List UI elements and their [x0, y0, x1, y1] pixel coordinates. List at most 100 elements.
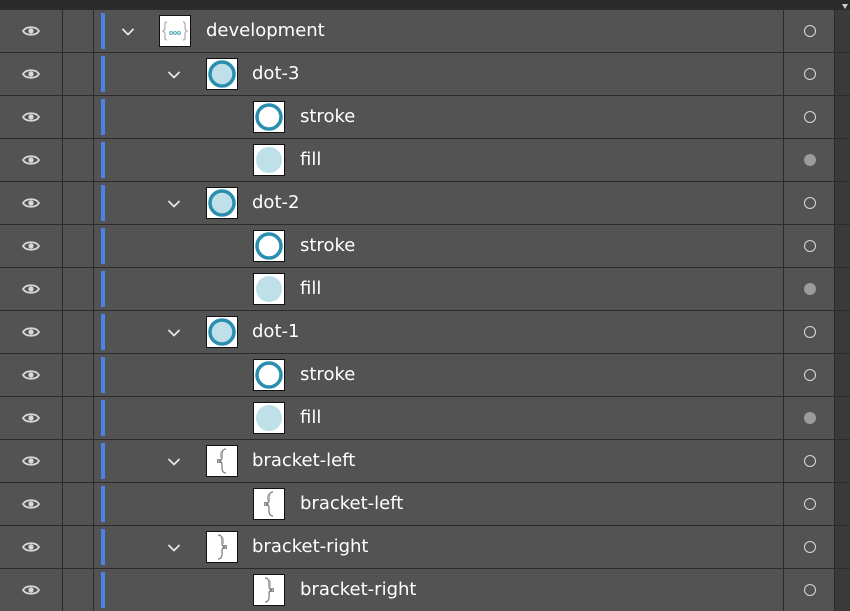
lock-toggle[interactable]	[63, 53, 93, 95]
target-cell[interactable]	[784, 139, 834, 181]
scrollbar-track[interactable]	[835, 225, 850, 267]
eye-icon[interactable]	[21, 152, 41, 168]
scrollbar-track[interactable]	[835, 440, 850, 482]
visibility-toggle[interactable]	[0, 397, 62, 439]
scrollbar-track[interactable]	[835, 397, 850, 439]
target-circle-icon[interactable]	[804, 111, 816, 123]
layer-name-cell[interactable]: stroke	[94, 96, 783, 138]
layer-name-cell[interactable]: bracket-right	[94, 526, 783, 568]
visibility-toggle[interactable]	[0, 354, 62, 396]
layer-name-cell[interactable]: stroke	[94, 225, 783, 267]
eye-icon[interactable]	[21, 582, 41, 598]
target-circle-icon[interactable]	[804, 25, 816, 37]
layer-name-cell[interactable]: bracket-left	[94, 440, 783, 482]
lock-toggle[interactable]	[63, 225, 93, 267]
scrollbar-track[interactable]	[835, 526, 850, 568]
layer-row[interactable]: bracket-right	[0, 526, 850, 568]
lock-toggle[interactable]	[63, 96, 93, 138]
lock-toggle[interactable]	[63, 354, 93, 396]
lock-toggle[interactable]	[63, 311, 93, 353]
target-circle-icon[interactable]	[804, 369, 816, 381]
visibility-toggle[interactable]	[0, 569, 62, 611]
eye-icon[interactable]	[21, 496, 41, 512]
layer-row[interactable]: stroke	[0, 225, 850, 267]
visibility-toggle[interactable]	[0, 96, 62, 138]
target-circle-icon[interactable]	[804, 197, 816, 209]
lock-toggle[interactable]	[63, 139, 93, 181]
scrollbar-track[interactable]	[835, 139, 850, 181]
scrollbar-track[interactable]	[835, 483, 850, 525]
target-selected-icon[interactable]	[804, 283, 816, 295]
layer-name-cell[interactable]: development	[94, 10, 783, 52]
eye-icon[interactable]	[21, 238, 41, 254]
scrollbar-track[interactable]	[835, 10, 850, 52]
visibility-toggle[interactable]	[0, 440, 62, 482]
lock-toggle[interactable]	[63, 268, 93, 310]
scrollbar-track[interactable]	[835, 53, 850, 95]
chevron-down-icon[interactable]	[121, 24, 135, 38]
layer-row[interactable]: fill	[0, 139, 850, 181]
visibility-toggle[interactable]	[0, 182, 62, 224]
target-cell[interactable]	[784, 354, 834, 396]
lock-toggle[interactable]	[63, 569, 93, 611]
scrollbar-track[interactable]	[835, 268, 850, 310]
layer-row[interactable]: dot-3	[0, 53, 850, 95]
eye-icon[interactable]	[21, 539, 41, 555]
target-circle-icon[interactable]	[804, 326, 816, 338]
visibility-toggle[interactable]	[0, 10, 62, 52]
target-circle-icon[interactable]	[804, 455, 816, 467]
target-cell[interactable]	[784, 53, 834, 95]
target-cell[interactable]	[784, 526, 834, 568]
scrollbar-track[interactable]	[835, 182, 850, 224]
layer-name-cell[interactable]: bracket-right	[94, 569, 783, 611]
target-selected-icon[interactable]	[804, 412, 816, 424]
visibility-toggle[interactable]	[0, 225, 62, 267]
layer-row[interactable]: stroke	[0, 96, 850, 138]
layer-name-cell[interactable]: dot-3	[94, 53, 783, 95]
layer-name-cell[interactable]: dot-1	[94, 311, 783, 353]
visibility-toggle[interactable]	[0, 311, 62, 353]
chevron-down-icon[interactable]	[167, 540, 181, 554]
target-selected-icon[interactable]	[804, 154, 816, 166]
layer-row[interactable]: bracket-left	[0, 440, 850, 482]
layer-name-cell[interactable]: fill	[94, 268, 783, 310]
layer-name-cell[interactable]: stroke	[94, 354, 783, 396]
chevron-down-icon[interactable]	[167, 67, 181, 81]
layer-row[interactable]: bracket-left	[0, 483, 850, 525]
eye-icon[interactable]	[21, 453, 41, 469]
layer-row[interactable]: development	[0, 10, 850, 52]
target-cell[interactable]	[784, 440, 834, 482]
eye-icon[interactable]	[21, 109, 41, 125]
target-circle-icon[interactable]	[804, 498, 816, 510]
layer-name-cell[interactable]: fill	[94, 397, 783, 439]
target-circle-icon[interactable]	[804, 541, 816, 553]
layer-row[interactable]: dot-2	[0, 182, 850, 224]
target-circle-icon[interactable]	[804, 240, 816, 252]
eye-icon[interactable]	[21, 367, 41, 383]
scroll-up-arrow-icon[interactable]	[842, 4, 848, 9]
target-cell[interactable]	[784, 483, 834, 525]
visibility-toggle[interactable]	[0, 483, 62, 525]
eye-icon[interactable]	[21, 23, 41, 39]
target-cell[interactable]	[784, 268, 834, 310]
visibility-toggle[interactable]	[0, 53, 62, 95]
chevron-down-icon[interactable]	[167, 325, 181, 339]
layer-name-cell[interactable]: fill	[94, 139, 783, 181]
lock-toggle[interactable]	[63, 526, 93, 568]
target-cell[interactable]	[784, 182, 834, 224]
target-cell[interactable]	[784, 311, 834, 353]
scrollbar-track[interactable]	[835, 311, 850, 353]
lock-toggle[interactable]	[63, 440, 93, 482]
eye-icon[interactable]	[21, 324, 41, 340]
target-cell[interactable]	[784, 10, 834, 52]
target-circle-icon[interactable]	[804, 584, 816, 596]
target-cell[interactable]	[784, 569, 834, 611]
scrollbar-track[interactable]	[835, 96, 850, 138]
layer-row[interactable]: bracket-right	[0, 569, 850, 611]
layer-row[interactable]: fill	[0, 268, 850, 310]
layer-name-cell[interactable]: bracket-left	[94, 483, 783, 525]
chevron-down-icon[interactable]	[167, 454, 181, 468]
layer-row[interactable]: stroke	[0, 354, 850, 396]
target-cell[interactable]	[784, 397, 834, 439]
target-cell[interactable]	[784, 96, 834, 138]
